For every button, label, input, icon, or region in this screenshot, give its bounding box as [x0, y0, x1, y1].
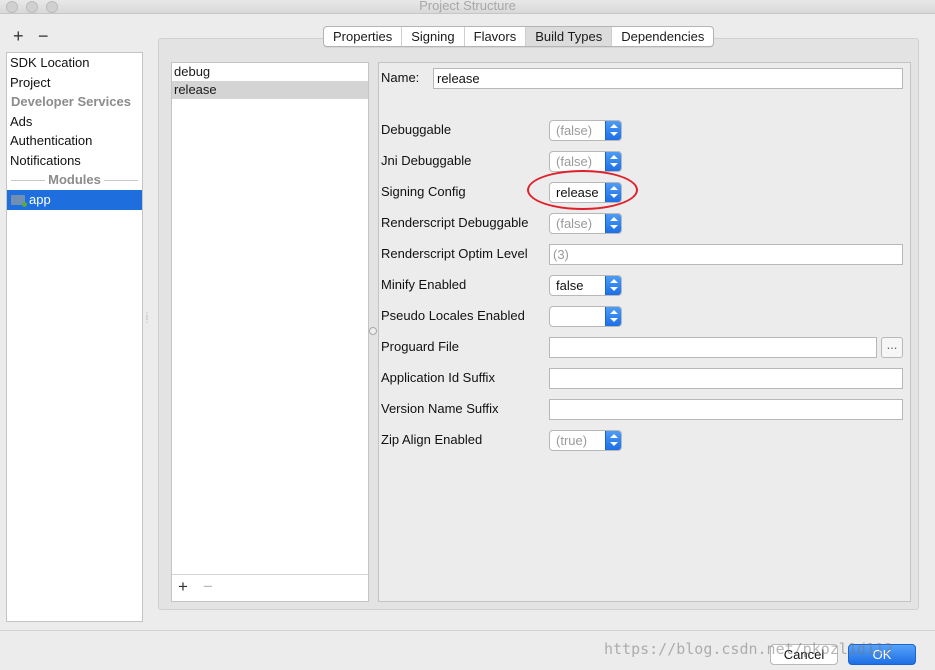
tab-bar: Properties Signing Flavors Build Types D… [323, 26, 715, 47]
annotation-circle [527, 170, 638, 210]
build-types-footer: + − [172, 574, 368, 601]
modules-separator: Modules [7, 170, 142, 190]
minify-enabled-select[interactable]: false [549, 275, 622, 296]
build-type-item-debug[interactable]: debug [172, 63, 368, 81]
module-label: app [29, 192, 51, 207]
minify-enabled-label: Minify Enabled [381, 277, 467, 292]
add-module-button[interactable]: + [13, 27, 24, 45]
debuggable-value: (false) [556, 123, 593, 138]
tab-dependencies[interactable]: Dependencies [612, 27, 713, 46]
add-build-type-button[interactable]: + [178, 577, 188, 597]
module-folder-icon [11, 195, 27, 207]
renderscript-optim-level-label: Renderscript Optim Level [381, 246, 528, 261]
name-field[interactable]: release [433, 68, 903, 89]
renderscript-debuggable-label: Renderscript Debuggable [381, 215, 529, 230]
window-title: Project Structure [419, 0, 516, 13]
debuggable-select[interactable]: (false) [549, 120, 622, 141]
updown-chevron-icon [605, 152, 621, 171]
pseudo-locales-enabled-select[interactable] [549, 306, 622, 327]
updown-chevron-icon [605, 276, 621, 295]
proguard-file-field[interactable] [549, 337, 877, 358]
updown-chevron-icon [605, 214, 621, 233]
tab-build-types[interactable]: Build Types [526, 27, 613, 46]
remove-build-type-button[interactable]: − [203, 577, 213, 597]
tab-signing[interactable]: Signing [402, 27, 465, 46]
zip-align-enabled-label: Zip Align Enabled [381, 432, 483, 447]
pseudo-locales-enabled-label: Pseudo Locales Enabled [381, 308, 525, 323]
tab-properties[interactable]: Properties [324, 27, 403, 46]
application-id-suffix-field[interactable] [549, 368, 903, 389]
renderscript-debuggable-value: (false) [556, 216, 593, 231]
modules-header: Modules [45, 172, 104, 187]
minify-enabled-value: false [556, 278, 584, 293]
renderscript-optim-level-field[interactable]: (3) [549, 244, 903, 265]
application-id-suffix-label: Application Id Suffix [381, 370, 495, 385]
proguard-file-label: Proguard File [381, 339, 460, 354]
proguard-browse-button[interactable]: ... [881, 337, 903, 358]
sidebar-item-notifications[interactable]: Notifications [7, 151, 142, 171]
jni-debuggable-value: (false) [556, 154, 593, 169]
settings-sidebar: SDK Location Project Developer Services … [6, 52, 143, 622]
sidebar-header-developer-services: Developer Services [11, 94, 131, 109]
zip-align-enabled-value: (true) [556, 433, 588, 448]
sidebar-item-authentication[interactable]: Authentication [7, 131, 142, 151]
zip-align-enabled-select[interactable]: (true) [549, 430, 622, 451]
debuggable-label: Debuggable [381, 122, 452, 137]
signing-config-label: Signing Config [381, 184, 466, 199]
title-bar: Project Structure [0, 0, 935, 14]
updown-chevron-icon [605, 307, 621, 326]
version-name-suffix-field[interactable] [549, 399, 903, 420]
updown-chevron-icon [605, 121, 621, 140]
version-name-suffix-label: Version Name Suffix [381, 401, 499, 416]
sidebar-item-project[interactable]: Project [7, 73, 142, 93]
tab-flavors[interactable]: Flavors [465, 27, 527, 46]
sidebar-item-app-module[interactable]: app [7, 190, 142, 210]
build-types-list: debug release + − [171, 62, 369, 602]
renderscript-debuggable-select[interactable]: (false) [549, 213, 622, 234]
jni-debuggable-select[interactable]: (false) [549, 151, 622, 172]
updown-chevron-icon [605, 431, 621, 450]
name-label: Name: [381, 70, 420, 85]
watermark: https://blog.csdn.net/pkozl1d112 [604, 640, 893, 658]
build-type-item-release[interactable]: release [172, 81, 368, 99]
build-type-properties-panel [378, 62, 911, 602]
jni-debuggable-label: Jni Debuggable [381, 153, 472, 168]
remove-module-button[interactable]: − [38, 27, 49, 45]
sidebar-item-ads[interactable]: Ads [7, 112, 142, 132]
sidebar-splitter-handle[interactable]: ⋮ ⋮ [143, 312, 151, 328]
sidebar-item-sdk-location[interactable]: SDK Location [7, 53, 142, 73]
list-splitter-handle[interactable] [369, 327, 377, 335]
